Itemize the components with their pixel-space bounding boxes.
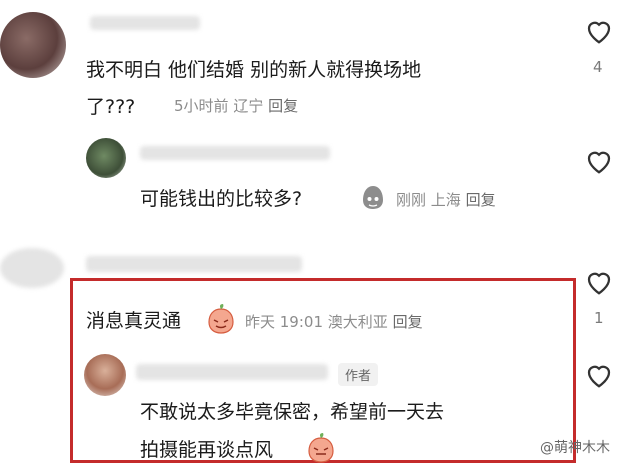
author-tag: 作者 <box>338 363 379 386</box>
comment-text-continued: 了??? <box>86 96 136 118</box>
comment-text-continued: 拍摄能再谈点风 <box>140 439 274 461</box>
comment-meta: 刚刚 上海 回复 <box>396 189 496 210</box>
blurred-username <box>90 16 200 30</box>
reply-link[interactable]: 回复 <box>393 313 423 331</box>
blurred-username <box>136 364 328 380</box>
emoji-icon <box>308 433 334 463</box>
reply-link[interactable]: 回复 <box>466 191 496 209</box>
comment-meta: 5小时前 辽宁 回复 <box>174 95 298 116</box>
comment-time: 刚刚 <box>396 191 427 209</box>
comment-text: 我不明白 他们结婚 别的新人就得换场地 <box>86 59 422 81</box>
heart-outline-icon[interactable] <box>584 147 614 175</box>
emoji-icon <box>208 304 234 334</box>
like-count: 1 <box>594 309 604 327</box>
heart-outline-icon[interactable] <box>584 17 614 45</box>
reply-link[interactable]: 回复 <box>268 97 298 115</box>
blurred-username <box>140 146 330 160</box>
comment-text: 可能钱出的比较多? <box>140 188 303 210</box>
avatar[interactable] <box>86 138 126 178</box>
avatar[interactable] <box>84 354 126 396</box>
comment-location: 上海 <box>430 191 461 209</box>
comment-time: 5小时前 <box>174 97 229 115</box>
blurred-username <box>86 256 302 272</box>
comment-location: 澳大利亚 <box>327 313 388 331</box>
heart-outline-icon[interactable] <box>584 361 614 389</box>
comment-meta: 昨天 19:01 澳大利亚 回复 <box>245 311 423 332</box>
emoji-icon <box>363 186 383 209</box>
comment-location: 辽宁 <box>233 97 264 115</box>
comment-text: 消息真灵通 <box>86 310 182 332</box>
heart-outline-icon[interactable] <box>584 268 614 296</box>
avatar[interactable] <box>0 248 64 288</box>
avatar[interactable] <box>0 12 66 78</box>
watermark: @萌神木木 <box>540 440 610 456</box>
like-count: 4 <box>593 58 603 76</box>
comment-time: 昨天 19:01 <box>245 313 323 331</box>
comment-text: 不敢说太多毕竟保密，希望前一天去 <box>140 401 445 423</box>
